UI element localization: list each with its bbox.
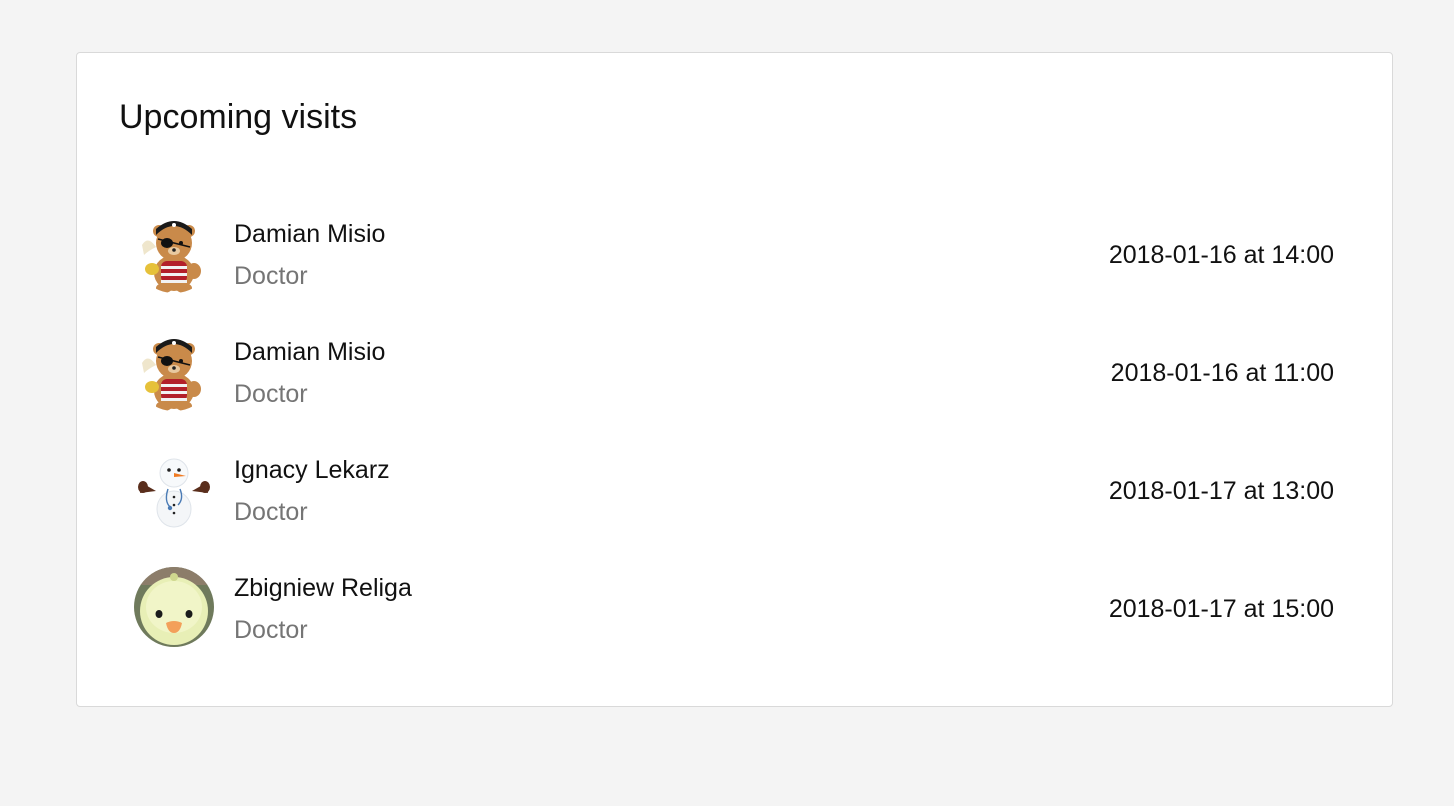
pirate-bear-icon <box>134 213 214 293</box>
list-item[interactable]: Zbigniew Religa Doctor 2018-01-17 at 15:… <box>134 567 1334 685</box>
doctor-role: Doctor <box>234 380 308 408</box>
visit-datetime: 2018-01-16 at 11:00 <box>1110 359 1334 387</box>
list-item[interactable]: Ignacy Lekarz Doctor 2018-01-17 at 13:00 <box>134 449 1334 567</box>
visit-datetime: 2018-01-17 at 15:00 <box>1108 595 1334 623</box>
pirate-bear-icon <box>134 331 214 411</box>
doctor-name: Damian Misio <box>234 220 386 248</box>
visit-datetime: 2018-01-17 at 13:00 <box>1108 477 1334 505</box>
list-item[interactable]: Damian Misio Doctor 2018-01-16 at 11:00 <box>134 331 1334 449</box>
doctor-name: Damian Misio <box>234 338 386 366</box>
visit-datetime: 2018-01-16 at 14:00 <box>1108 241 1334 269</box>
card-title: Upcoming visits <box>119 98 358 136</box>
doctor-role: Doctor <box>234 262 308 290</box>
visit-list: Damian Misio Doctor 2018-01-16 at 14:00 <box>134 213 1334 685</box>
snowman-doctor-icon <box>134 449 214 529</box>
doctor-role: Doctor <box>234 616 308 644</box>
doctor-role: Doctor <box>234 498 308 526</box>
upcoming-visits-card: Upcoming visits Damian Misio Doctor 2018… <box>76 52 1393 707</box>
doctor-name: Ignacy Lekarz <box>234 456 390 484</box>
list-item[interactable]: Damian Misio Doctor 2018-01-16 at 14:00 <box>134 213 1334 331</box>
chick-icon <box>134 567 214 647</box>
doctor-name: Zbigniew Religa <box>234 574 412 602</box>
